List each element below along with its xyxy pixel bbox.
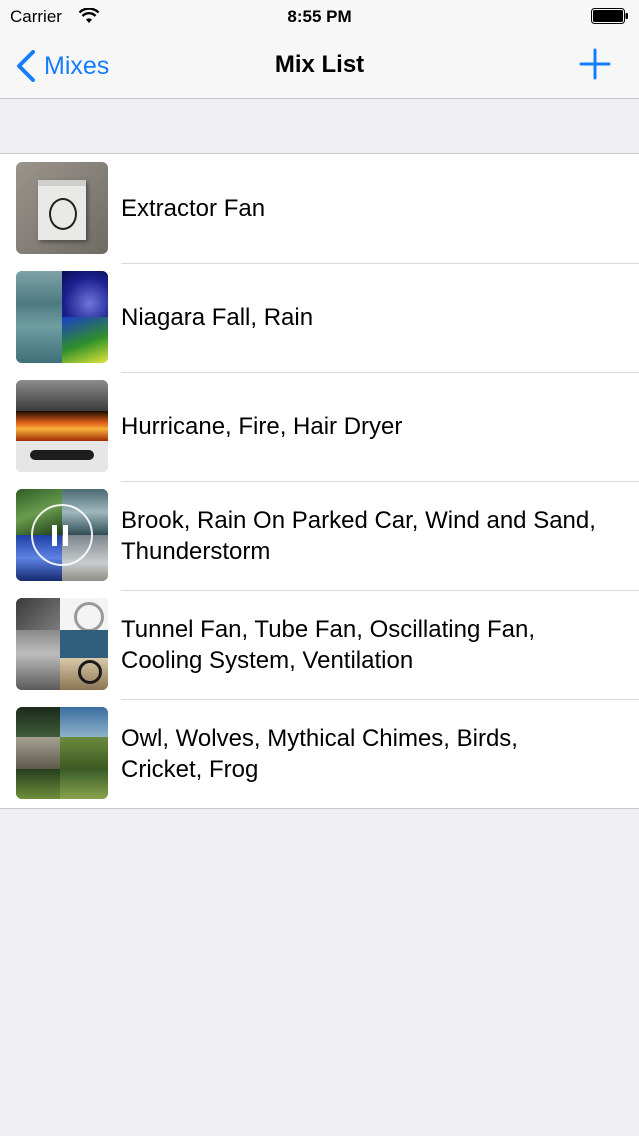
mix-title: Hurricane, Fire, Hair Dryer <box>121 413 403 440</box>
mix-row[interactable]: Tunnel Fan, Tube Fan, Oscillating Fan, C… <box>0 590 639 699</box>
mix-thumbnail <box>16 707 108 799</box>
add-mix-button[interactable] <box>579 48 611 80</box>
battery-icon <box>591 8 629 24</box>
mix-thumbnail <box>16 271 108 363</box>
mix-title: Extractor Fan <box>121 195 266 222</box>
navigation-bar: Mixes Mix List <box>0 34 639 99</box>
mix-row[interactable]: Brook, Rain On Parked Car, Wind and Sand… <box>0 481 639 590</box>
pause-icon[interactable] <box>31 504 93 566</box>
mix-title: Tunnel Fan, Tube Fan, Oscillating Fan, C… <box>121 615 535 674</box>
page-title: Mix List <box>274 51 365 78</box>
mix-row[interactable]: Owl, Wolves, Mythical Chimes, Birds, Cri… <box>0 699 639 808</box>
mix-row[interactable]: Extractor Fan <box>0 154 639 263</box>
plus-icon <box>579 48 611 80</box>
mix-title: Brook, Rain On Parked Car, Wind and Sand… <box>121 506 596 565</box>
mix-thumbnail <box>16 162 108 254</box>
mix-title: Niagara Fall, Rain <box>121 304 314 331</box>
status-bar: Carrier 8:55 PM <box>0 0 639 34</box>
status-time: 8:55 PM <box>287 7 352 26</box>
mix-title: Owl, Wolves, Mythical Chimes, Birds, Cri… <box>121 724 518 783</box>
mix-row[interactable]: Niagara Fall, Rain <box>0 263 639 372</box>
mix-list: Extractor Fan Niagara Fall, Rain Hurrica… <box>0 153 639 809</box>
mix-thumbnail <box>16 598 108 690</box>
mix-row[interactable]: Hurricane, Fire, Hair Dryer <box>0 372 639 481</box>
screen: Carrier 8:55 PM Mixes Mix List Extractor… <box>0 0 639 1136</box>
mix-thumbnail <box>16 380 108 472</box>
mix-thumbnail <box>16 489 108 581</box>
